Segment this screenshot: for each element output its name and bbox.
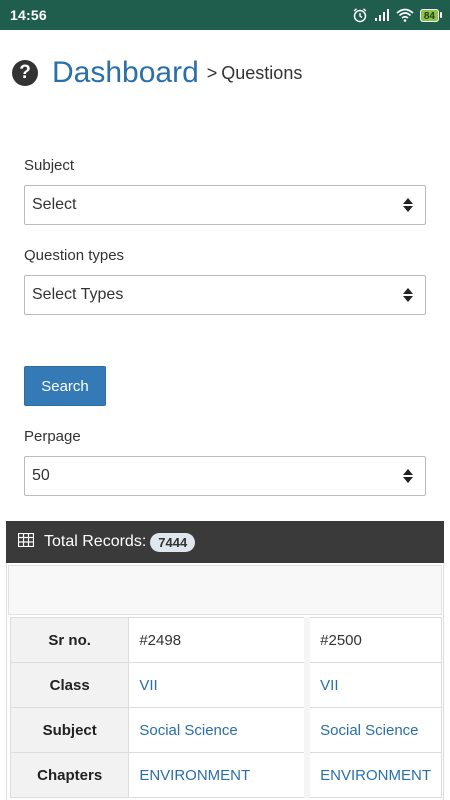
chapters-link[interactable]: ENVIRONMENT: [139, 767, 250, 784]
row-header-chapters: Chapters: [9, 752, 130, 798]
question-types-select-value: Select Types: [32, 286, 124, 303]
breadcrumb-separator: >: [206, 62, 218, 83]
select-arrows-icon: [403, 288, 413, 302]
table-row: Sr no. #2498 #2500: [9, 617, 443, 663]
class-link[interactable]: VII: [320, 677, 338, 694]
table-toolbar-row: [8, 565, 442, 615]
dashboard-link[interactable]: Dashboard: [52, 56, 199, 90]
question-types-label: Question types: [24, 247, 125, 264]
total-records-label: Total Records:: [44, 533, 147, 550]
subject-select[interactable]: Select: [24, 185, 426, 225]
perpage-select-value: 50: [32, 467, 50, 484]
subject-select-value: Select: [32, 196, 77, 213]
subject-label: Subject: [24, 157, 75, 174]
search-button[interactable]: Search: [24, 366, 106, 406]
table-row: Class VII VII: [9, 662, 443, 708]
subject-link[interactable]: Social Science: [320, 722, 418, 739]
question-types-select[interactable]: Select Types: [24, 275, 426, 315]
total-records-badge: 7444: [150, 532, 196, 552]
status-icons: 84: [352, 7, 442, 23]
records-panel-header: Total Records: 7444: [6, 521, 444, 563]
perpage-select[interactable]: 50: [24, 456, 426, 496]
table-icon: [17, 532, 35, 552]
perpage-label: Perpage: [24, 428, 81, 445]
wifi-icon: [396, 8, 414, 22]
subject-link[interactable]: Social Science: [139, 722, 237, 739]
page-header: ? Dashboard > Questions: [12, 56, 302, 90]
help-icon[interactable]: ?: [12, 60, 38, 86]
status-time: 14:56: [10, 7, 47, 23]
status-bar: 14:56 84: [0, 0, 450, 30]
records-table: Sr no. #2498 #2500 Class VII VII Subject…: [9, 617, 443, 798]
select-arrows-icon: [403, 198, 413, 212]
battery-level: 84: [419, 8, 439, 22]
alarm-icon: [352, 7, 368, 23]
table-row: Subject Social Science Social Science: [9, 707, 443, 753]
battery-icon: 84: [419, 8, 442, 22]
row-header-subject: Subject: [9, 707, 130, 753]
row-header-class: Class: [9, 662, 130, 708]
select-arrows-icon: [403, 469, 413, 483]
table-row: Chapters ENVIRONMENT ENVIRONMENT: [9, 752, 443, 798]
sr-no-cell: #2500: [304, 617, 443, 663]
signal-icon: [374, 8, 390, 22]
chapters-link[interactable]: ENVIRONMENT: [320, 767, 431, 784]
row-header-sr-no: Sr no.: [9, 617, 130, 663]
breadcrumb-current: Questions: [221, 62, 303, 83]
class-link[interactable]: VII: [139, 677, 157, 694]
sr-no-cell: #2498: [128, 617, 308, 663]
